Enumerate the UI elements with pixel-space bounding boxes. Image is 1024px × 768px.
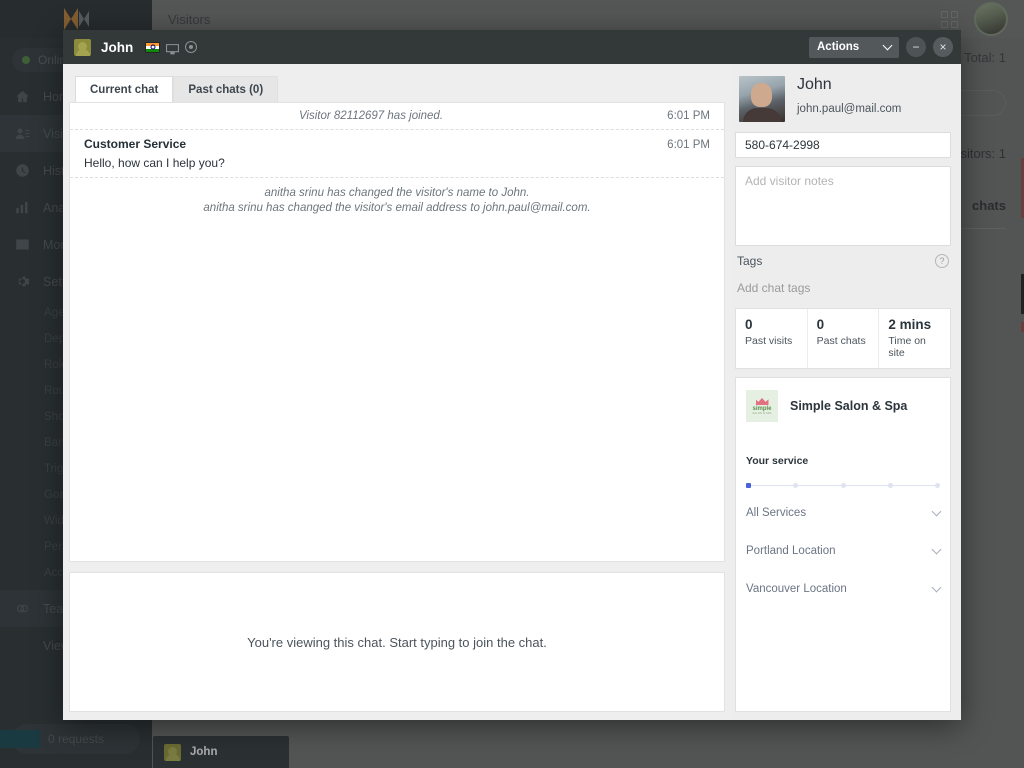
- service-row-vancouver-location[interactable]: Vancouver Location: [746, 574, 942, 604]
- visitor-email: john.paul@mail.com: [797, 103, 902, 115]
- browser-globe-icon: [185, 41, 198, 53]
- chat-window-titlebar: John Actions − ×: [63, 30, 961, 64]
- stat-value: 2 mins: [888, 317, 932, 332]
- system-note: anitha srinu has changed the visitor's n…: [264, 187, 530, 199]
- minimize-button[interactable]: −: [906, 37, 926, 57]
- visitor-identity: John john.paul@mail.com: [735, 72, 951, 124]
- tab-current-chat[interactable]: Current chat: [75, 76, 174, 102]
- simple-salon-logo-icon: simple SALON & SPA: [746, 390, 778, 422]
- service-row-label: All Services: [746, 507, 807, 519]
- india-flag-icon: [145, 41, 161, 53]
- desktop-monitor-icon: [166, 42, 180, 54]
- transcript-join-row: Visitor 82112697 has joined. 6:01 PM: [70, 103, 724, 130]
- stepper-dot-1[interactable]: [746, 482, 751, 488]
- chat-window: John Actions − × Current chat Past chats…: [63, 30, 961, 720]
- stat-label: Time on site: [888, 335, 926, 359]
- brand-row: simple SALON & SPA Simple Salon & Spa: [746, 390, 940, 422]
- stat-label: Past visits: [745, 335, 793, 347]
- tags-label: Tags: [737, 254, 763, 268]
- chat-column: Current chat Past chats (0) Visitor 8211…: [63, 64, 733, 720]
- transcript-agent-row: Customer Service 6:01 PM Hello, how can …: [70, 130, 724, 178]
- chevron-down-icon: [882, 40, 893, 50]
- stat-value: 0: [745, 317, 753, 332]
- service-stepper: [746, 480, 940, 490]
- brand-logo-subtext: SALON & SPA: [752, 412, 772, 415]
- service-row-all-services[interactable]: All Services: [746, 498, 942, 528]
- screen: Online Home Visitors History: [0, 0, 1024, 768]
- visitor-avatar-icon: [74, 38, 91, 56]
- chat-tabs: Current chat Past chats (0): [69, 70, 725, 102]
- visitor-photo: [739, 76, 785, 122]
- service-row-label: Vancouver Location: [746, 583, 847, 595]
- service-row-portland-location[interactable]: Portland Location: [746, 536, 942, 566]
- stepper-dot-2[interactable]: [793, 482, 799, 488]
- chevron-down-icon: [931, 506, 942, 516]
- join-message: Visitor 82112697 has joined.: [298, 110, 444, 122]
- tags-header: Tags ?: [735, 254, 951, 268]
- tab-past-chats[interactable]: Past chats (0): [173, 76, 279, 102]
- stat-label: Past chats: [816, 335, 866, 347]
- chevron-down-icon: [931, 544, 942, 554]
- visitor-notes-field[interactable]: [735, 166, 951, 246]
- agent-name: Customer Service: [84, 137, 187, 151]
- chat-window-title: John: [101, 39, 134, 55]
- stepper-dot-4[interactable]: [887, 482, 893, 488]
- close-button[interactable]: ×: [933, 37, 953, 57]
- composer-hint: You're viewing this chat. Start typing t…: [247, 634, 547, 650]
- tags-input[interactable]: [735, 276, 951, 300]
- stepper-dot-5[interactable]: [935, 482, 940, 488]
- agent-timestamp: 6:01 PM: [667, 139, 710, 151]
- stat-past-chats: 0 Past chats: [808, 309, 880, 368]
- visited-page-preview: simple SALON & SPA Simple Salon & Spa Yo…: [735, 377, 951, 712]
- brand-name: Simple Salon & Spa: [790, 399, 908, 413]
- stepper-dots: [746, 482, 940, 488]
- system-note: anitha srinu has changed the visitor's e…: [203, 201, 591, 214]
- chat-transcript: Visitor 82112697 has joined. 6:01 PM Cus…: [69, 102, 725, 562]
- service-row-label: Portland Location: [746, 545, 836, 557]
- actions-dropdown-label: Actions: [817, 41, 860, 53]
- visitor-phone-field[interactable]: [735, 132, 951, 158]
- stat-time-on-site: 2 mins Time on site: [879, 309, 950, 368]
- stat-value: 0: [816, 317, 825, 332]
- stat-past-visits: 0 Past visits: [736, 309, 808, 368]
- visitor-name: John: [797, 76, 832, 93]
- visitor-meta-icons: [145, 41, 198, 54]
- join-timestamp: 6:01 PM: [667, 110, 710, 122]
- visitor-stats: 0 Past visits 0 Past chats 2 mins Time o…: [735, 308, 951, 369]
- crown-icon: [755, 398, 769, 405]
- service-section-title: Your service: [746, 455, 809, 467]
- stepper-dot-3[interactable]: [840, 482, 846, 488]
- agent-message: Hello, how can I help you?: [84, 156, 225, 170]
- question-mark-icon[interactable]: ?: [935, 254, 949, 268]
- chat-composer[interactable]: You're viewing this chat. Start typing t…: [69, 572, 725, 712]
- transcript-system-notes: anitha srinu has changed the visitor's n…: [70, 178, 724, 225]
- chevron-down-icon: [931, 582, 942, 592]
- visitor-panel: John john.paul@mail.com Tags ? 0 Past vi…: [733, 64, 961, 720]
- actions-dropdown[interactable]: Actions: [809, 36, 899, 58]
- chat-window-body: Current chat Past chats (0) Visitor 8211…: [63, 64, 961, 720]
